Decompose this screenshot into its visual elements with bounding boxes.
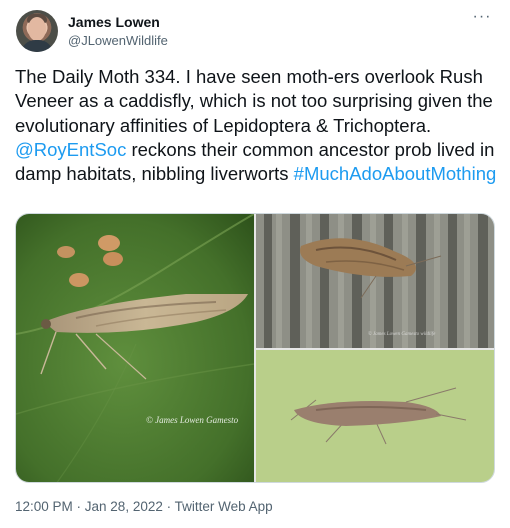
photo-moth-on-leaf[interactable]: © James Lowen Gamesto [16, 214, 254, 482]
photo-moth-on-green[interactable] [256, 350, 494, 482]
tweet-header: James Lowen @JLowenWildlife ··· [16, 9, 494, 54]
avatar[interactable] [16, 10, 58, 52]
tweet-timestamp[interactable]: 12:00 PM · Jan 28, 2022 · Twitter Web Ap… [15, 498, 273, 516]
photo-watermark: © James Lowen Gamesto wildlife [368, 332, 436, 337]
photo-watermark: © James Lowen Gamesto [146, 415, 239, 425]
photo-moth-on-wood[interactable]: © James Lowen Gamesto wildlife [256, 214, 494, 348]
more-options-icon[interactable]: ··· [470, 9, 494, 30]
tweet-text: The Daily Moth 334. I have seen moth-ers… [15, 65, 497, 186]
author-name[interactable]: James Lowen [68, 13, 160, 31]
media-grid: © James Lowen Gamesto © James Lowen Game… [15, 213, 495, 483]
hashtag-link[interactable]: #MuchAdoAboutMothing [294, 163, 497, 184]
author-handle[interactable]: @JLowenWildlife [68, 32, 168, 49]
mention-link[interactable]: @RoyEntSoc [15, 139, 126, 160]
tweet-text-part: The Daily Moth 334. I have seen moth-ers… [15, 66, 493, 136]
